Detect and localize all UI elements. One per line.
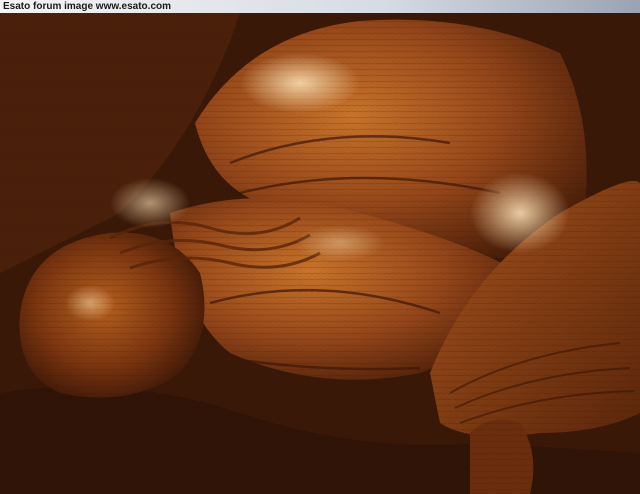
highlight-left [110, 178, 190, 228]
highlight-top [240, 53, 360, 113]
image-frame: Esato forum image www.esato.com [0, 0, 640, 494]
highlight-face [65, 285, 115, 321]
wood-carving-photo [0, 13, 640, 494]
highlight-torso [295, 225, 385, 261]
watermark-text: Esato forum image www.esato.com [3, 1, 172, 12]
watermark-banner: Esato forum image www.esato.com [0, 0, 640, 13]
highlight-right [470, 173, 570, 253]
